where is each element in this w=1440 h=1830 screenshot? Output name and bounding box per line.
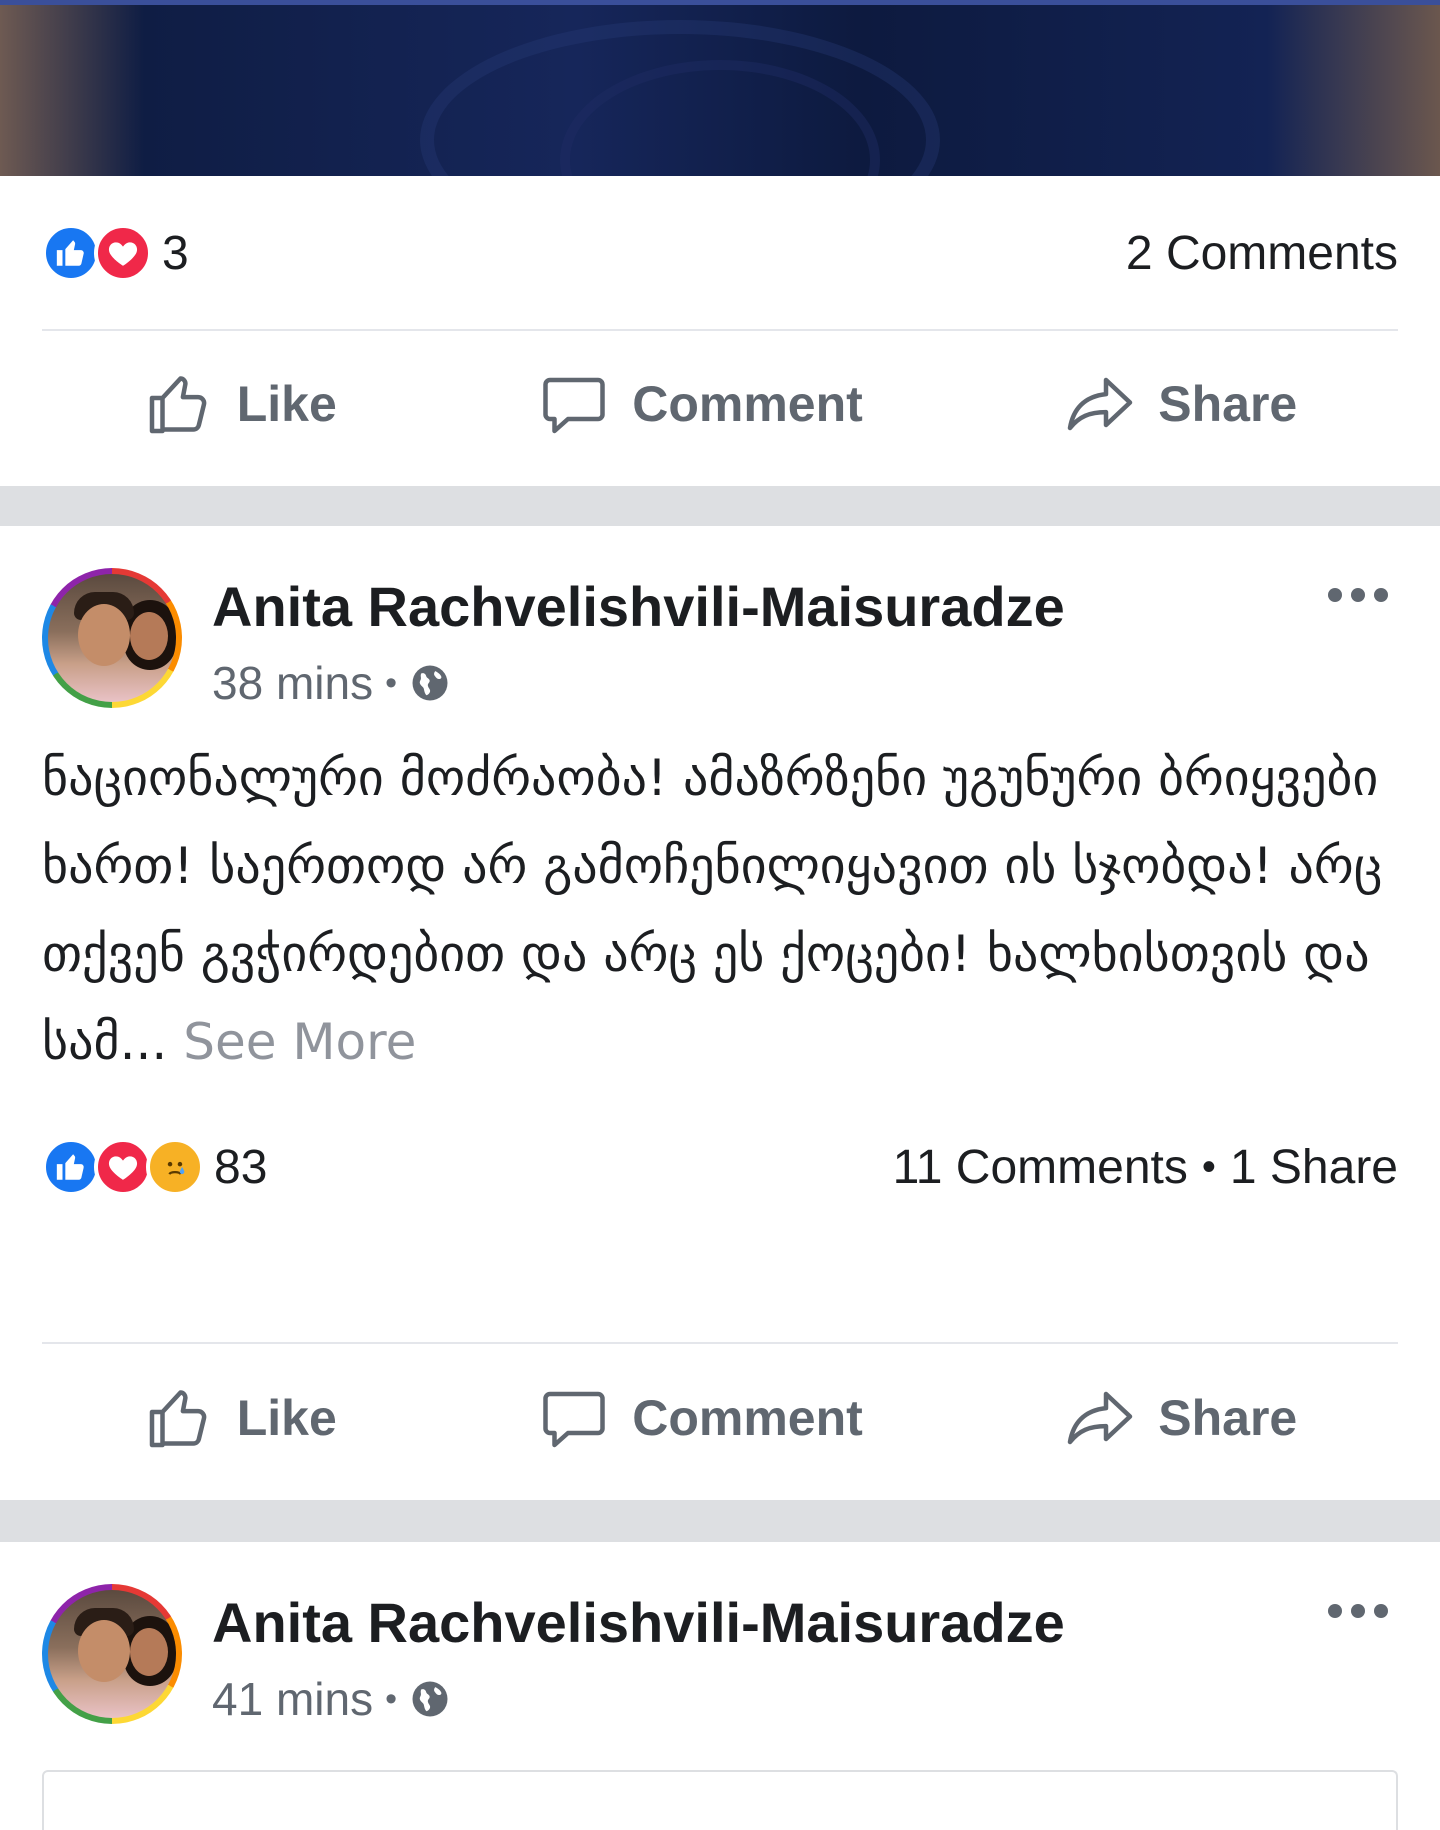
post-meta: 41 mins • — [212, 1672, 451, 1726]
post-attachment-preview[interactable] — [42, 1770, 1398, 1830]
share-label: Share — [1158, 376, 1298, 432]
share-count[interactable]: 1 Share — [1230, 1140, 1398, 1195]
author-name[interactable]: Anita Rachvelishvili-Maisuradze — [212, 1590, 1065, 1655]
see-more-link[interactable]: See More — [183, 1013, 416, 1071]
reaction-count: 3 — [162, 226, 189, 280]
comment-button[interactable]: Comment — [538, 1382, 863, 1454]
post-actions: Like Comment Share — [42, 1358, 1398, 1478]
avatar[interactable] — [42, 1584, 182, 1724]
crying-face-icon — [146, 1138, 204, 1196]
post-time[interactable]: 41 mins — [212, 1672, 373, 1726]
divider — [42, 1342, 1398, 1344]
post-header: Anita Rachvelishvili-Maisuradze 38 mins … — [42, 568, 1398, 710]
post-actions: Like Comment Share — [42, 344, 1398, 464]
post-card-1-footer: 3 2 Comments Like Comment Share — [0, 176, 1440, 486]
meta-separator: • — [385, 663, 397, 702]
post-stats: 83 11 Comments • 1 Share — [42, 1132, 1398, 1202]
share-button[interactable]: Share — [1064, 1382, 1297, 1454]
share-arrow-icon — [1068, 377, 1133, 431]
heart-reaction-icon — [94, 224, 152, 282]
more-options-icon[interactable] — [1328, 1596, 1388, 1626]
comment-label: Comment — [632, 1390, 863, 1446]
post-header: Anita Rachvelishvili-Maisuradze 41 mins … — [42, 1584, 1398, 1726]
thumbs-up-icon — [149, 1390, 207, 1448]
post-meta: 38 mins • — [212, 656, 451, 710]
post-card-2: Anita Rachvelishvili-Maisuradze 38 mins … — [0, 526, 1440, 1500]
comment-count[interactable]: 11 Comments — [893, 1140, 1188, 1195]
post-card-3: Anita Rachvelishvili-Maisuradze 41 mins … — [0, 1542, 1440, 1805]
like-button[interactable]: Like — [143, 368, 337, 440]
like-label: Like — [236, 376, 337, 432]
thumbs-up-icon — [149, 376, 207, 434]
like-button[interactable]: Like — [143, 1382, 337, 1454]
avatar[interactable] — [42, 568, 182, 708]
author-name[interactable]: Anita Rachvelishvili-Maisuradze — [212, 574, 1065, 639]
share-label: Share — [1158, 1390, 1298, 1446]
reaction-count: 83 — [214, 1140, 268, 1194]
divider — [42, 329, 1398, 331]
like-label: Like — [236, 1390, 337, 1446]
meta-separator: • — [385, 1679, 397, 1718]
post-stats: 3 2 Comments — [42, 218, 1398, 288]
comment-count[interactable]: 2 Comments — [1126, 226, 1398, 281]
post-text: ნაციონალური მოძრაობა! ამაზრზენი უგუნური … — [42, 734, 1402, 1086]
more-options-icon[interactable] — [1328, 580, 1388, 610]
share-arrow-icon — [1068, 1391, 1133, 1445]
comment-label: Comment — [632, 376, 863, 432]
globe-icon — [412, 665, 448, 701]
comment-button[interactable]: Comment — [538, 368, 863, 440]
globe-icon — [412, 1681, 448, 1717]
speech-bubble-icon — [543, 377, 605, 434]
post-time[interactable]: 38 mins — [212, 656, 373, 710]
feed-separator — [0, 486, 1440, 526]
post-photo[interactable] — [0, 0, 1440, 176]
reactions-summary[interactable]: 83 — [42, 1138, 267, 1196]
reactions-summary[interactable]: 3 — [42, 224, 189, 282]
stats-separator: • — [1201, 1144, 1216, 1189]
feed-separator — [0, 1500, 1440, 1542]
like-reaction-icon — [42, 1138, 100, 1196]
heart-reaction-icon — [94, 1138, 152, 1196]
speech-bubble-icon — [543, 1391, 605, 1448]
like-reaction-icon — [42, 224, 100, 282]
share-button[interactable]: Share — [1064, 368, 1297, 440]
